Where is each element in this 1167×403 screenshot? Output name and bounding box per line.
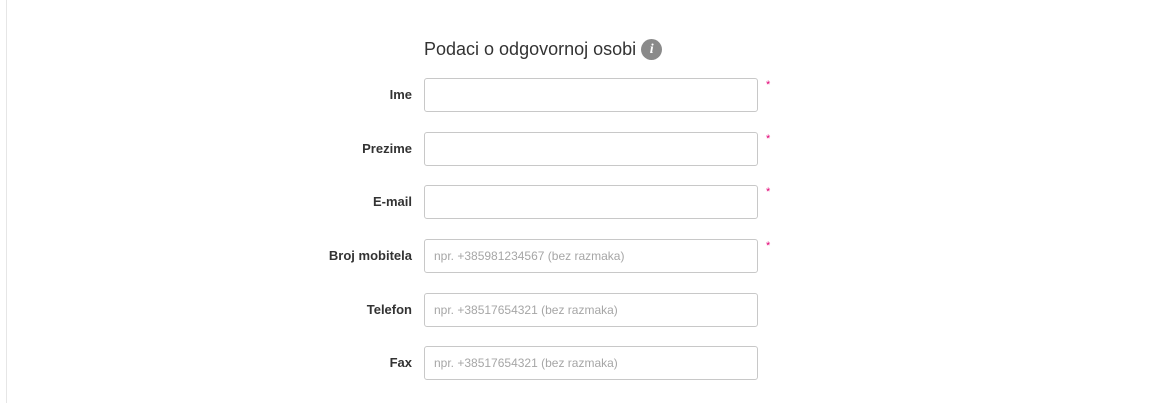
required-asterisk: * (766, 79, 771, 91)
email-input[interactable] (424, 185, 758, 219)
section-title: Podaci o odgovornoj osobi (424, 38, 637, 59)
form-row-mobile: Broj mobitela * (0, 239, 1167, 273)
form-row-fax: Fax (0, 346, 1167, 380)
responsible-person-form: Podaci o odgovornoj osobi i Ime * Prezim… (0, 0, 1167, 403)
ime-input[interactable] (424, 78, 758, 112)
form-row-email: E-mail * (0, 185, 1167, 219)
mobile-input[interactable] (424, 239, 758, 273)
telefon-input[interactable] (424, 293, 758, 327)
required-asterisk: * (766, 186, 771, 198)
mobile-label: Broj mobitela (328, 248, 412, 263)
ime-label: Ime (389, 87, 412, 102)
required-asterisk: * (766, 240, 771, 252)
form-row-ime: Ime * (0, 78, 1167, 112)
prezime-label: Prezime (362, 141, 412, 156)
fax-label: Fax (389, 355, 412, 370)
required-asterisk: * (766, 133, 771, 145)
email-label: E-mail (372, 194, 412, 209)
fax-input[interactable] (424, 346, 758, 380)
section-heading: Podaci o odgovornoj osobi i (424, 36, 663, 62)
telefon-label: Telefon (366, 302, 412, 317)
form-row-telefon: Telefon (0, 293, 1167, 327)
info-icon[interactable]: i (641, 38, 663, 60)
prezime-input[interactable] (424, 132, 758, 166)
form-row-prezime: Prezime * (0, 132, 1167, 166)
